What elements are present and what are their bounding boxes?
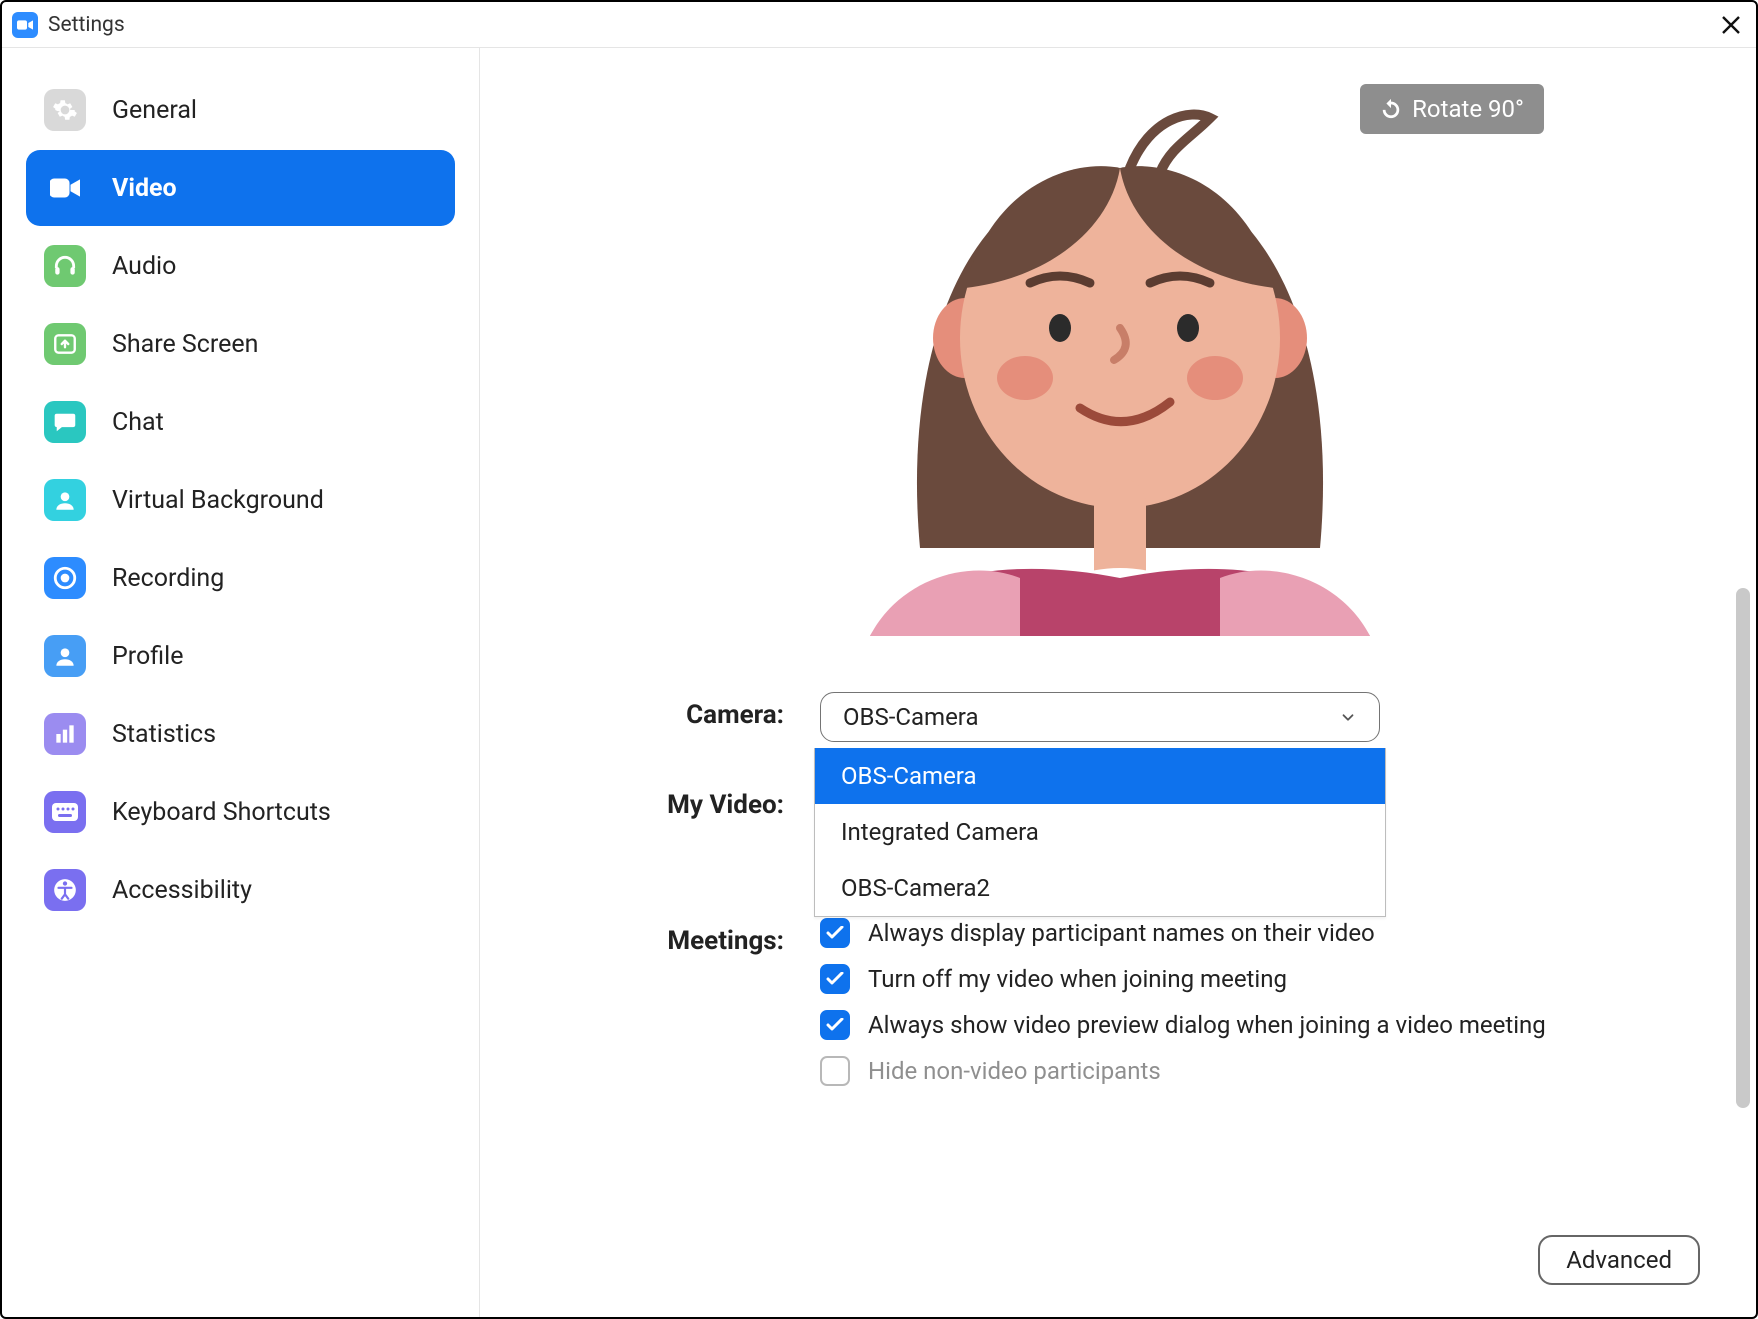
accessibility-icon: [44, 869, 86, 911]
rotate-90-button[interactable]: Rotate 90°: [1360, 84, 1544, 134]
checkbox-unchecked-icon: [820, 1056, 850, 1086]
advanced-label: Advanced: [1566, 1246, 1672, 1274]
dropdown-option-label: OBS-Camera2: [841, 874, 990, 902]
dropdown-option-label: Integrated Camera: [841, 818, 1039, 846]
camera-label: Camera:: [550, 692, 820, 730]
chevron-down-icon: [1339, 708, 1357, 726]
close-icon: [1720, 14, 1742, 36]
chat-icon: [44, 401, 86, 443]
meetings-option-display-names[interactable]: Always display participant names on thei…: [820, 918, 1646, 948]
sidebar-item-profile[interactable]: Profile: [26, 618, 455, 694]
sidebar-item-video[interactable]: Video: [26, 150, 455, 226]
option-label: Hide non-video participants: [868, 1057, 1161, 1085]
share-screen-icon: [44, 323, 86, 365]
option-label: Always display participant names on thei…: [868, 919, 1375, 947]
rotate-label: Rotate 90°: [1412, 95, 1524, 123]
profile-icon: [44, 635, 86, 677]
checkbox-checked-icon: [820, 918, 850, 948]
my-video-label: My Video:: [550, 782, 820, 820]
sidebar-item-keyboard-shortcuts[interactable]: Keyboard Shortcuts: [26, 774, 455, 850]
sidebar-item-recording[interactable]: Recording: [26, 540, 455, 616]
camera-row: Camera: OBS-Camera OBS-Camera Integrated…: [550, 692, 1646, 742]
sidebar-item-label: Profile: [112, 642, 183, 671]
sidebar-item-share-screen[interactable]: Share Screen: [26, 306, 455, 382]
sidebar-item-label: Statistics: [112, 720, 216, 749]
scrollbar-track[interactable]: [1736, 58, 1750, 1268]
sidebar-item-label: Chat: [112, 408, 164, 437]
sidebar: General Video Audio Share Screen: [2, 48, 480, 1317]
close-button[interactable]: [1716, 10, 1746, 40]
sidebar-item-label: Share Screen: [112, 330, 258, 359]
settings-window: Settings General Video: [0, 0, 1758, 1319]
checkbox-checked-icon: [820, 964, 850, 994]
camera-option-obs-camera2[interactable]: OBS-Camera2: [815, 860, 1385, 916]
video-preview: Rotate 90°: [690, 78, 1550, 636]
meetings-option-turn-off-video[interactable]: Turn off my video when joining meeting: [820, 964, 1646, 994]
keyboard-icon: [44, 791, 86, 833]
app-icon: [12, 12, 38, 38]
statistics-icon: [44, 713, 86, 755]
dropdown-option-label: OBS-Camera: [841, 762, 977, 790]
sidebar-item-accessibility[interactable]: Accessibility: [26, 852, 455, 928]
sidebar-item-label: Recording: [112, 564, 224, 593]
camera-option-integrated-camera[interactable]: Integrated Camera: [815, 804, 1385, 860]
sidebar-item-label: General: [112, 96, 197, 125]
option-label: Turn off my video when joining meeting: [868, 965, 1287, 993]
headphones-icon: [44, 245, 86, 287]
window-body: General Video Audio Share Screen: [2, 48, 1756, 1317]
content-fade: [480, 1157, 1756, 1217]
meetings-row: Meetings: Always display participant nam…: [550, 918, 1646, 1102]
video-settings-form: Camera: OBS-Camera OBS-Camera Integrated…: [550, 692, 1646, 1102]
meetings-option-show-preview[interactable]: Always show video preview dialog when jo…: [820, 1010, 1646, 1040]
recording-icon: [44, 557, 86, 599]
sidebar-item-chat[interactable]: Chat: [26, 384, 455, 460]
gear-icon: [44, 89, 86, 131]
advanced-button[interactable]: Advanced: [1538, 1235, 1700, 1285]
titlebar: Settings: [2, 2, 1756, 48]
sidebar-item-label: Keyboard Shortcuts: [112, 798, 331, 827]
option-label: Always show video preview dialog when jo…: [868, 1011, 1546, 1039]
main-panel: Rotate 90° Camera: OBS-Camera OBS-Came: [480, 48, 1756, 1317]
sidebar-item-label: Virtual Background: [112, 486, 324, 515]
camera-selected-value: OBS-Camera: [843, 703, 979, 731]
sidebar-item-label: Accessibility: [112, 876, 252, 905]
sidebar-item-general[interactable]: General: [26, 72, 455, 148]
camera-option-obs-camera[interactable]: OBS-Camera: [815, 748, 1385, 804]
sidebar-item-statistics[interactable]: Statistics: [26, 696, 455, 772]
camera-dropdown: OBS-Camera Integrated Camera OBS-Camera2: [814, 748, 1386, 917]
sidebar-item-label: Video: [112, 174, 177, 203]
meetings-label: Meetings:: [550, 918, 820, 956]
virtual-background-icon: [44, 479, 86, 521]
avatar-illustration: [690, 78, 1550, 636]
camera-select[interactable]: OBS-Camera: [820, 692, 1380, 742]
video-icon: [44, 167, 86, 209]
meetings-option-hide-nonvideo[interactable]: Hide non-video participants: [820, 1056, 1646, 1086]
window-title: Settings: [48, 13, 125, 37]
sidebar-item-virtual-background[interactable]: Virtual Background: [26, 462, 455, 538]
sidebar-item-label: Audio: [112, 252, 176, 281]
scrollbar-thumb[interactable]: [1736, 588, 1750, 1108]
sidebar-item-audio[interactable]: Audio: [26, 228, 455, 304]
checkbox-checked-icon: [820, 1010, 850, 1040]
rotate-icon: [1380, 98, 1402, 120]
